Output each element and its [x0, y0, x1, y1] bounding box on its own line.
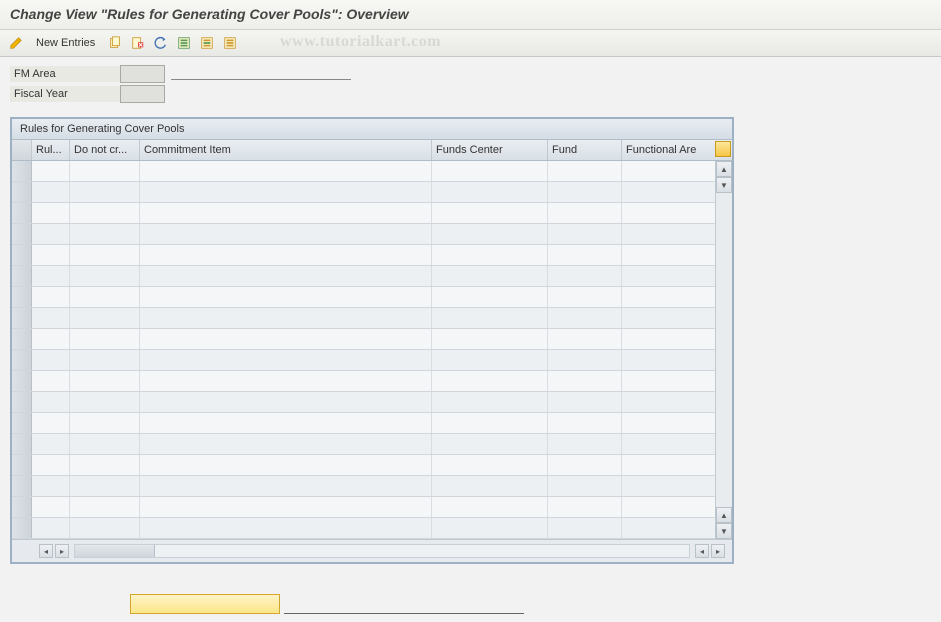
deselect-all-icon[interactable] — [220, 33, 240, 53]
row-selector[interactable] — [12, 518, 32, 538]
row-selector[interactable] — [12, 434, 32, 454]
scroll-page-up-icon[interactable]: ▼ — [716, 177, 732, 193]
table-row[interactable] — [12, 308, 715, 329]
table-row[interactable] — [12, 497, 715, 518]
horizontal-scrollbar: ◂ ▸ ◂ ▸ — [12, 539, 732, 562]
row-selector[interactable] — [12, 245, 32, 265]
row-selector[interactable] — [12, 329, 32, 349]
new-entries-button[interactable]: New Entries — [29, 34, 102, 52]
delete-icon[interactable] — [128, 33, 148, 53]
scroll-up-icon[interactable]: ▲ — [716, 161, 732, 177]
grid-body: ▲ ▼ ▲ ▼ — [12, 161, 732, 539]
table-row[interactable] — [12, 266, 715, 287]
fiscal-year-label: Fiscal Year — [10, 86, 120, 102]
table-row[interactable] — [12, 224, 715, 245]
vertical-scrollbar[interactable]: ▲ ▼ ▲ ▼ — [715, 161, 732, 539]
hscroll-track-left[interactable] — [74, 544, 690, 558]
table-row[interactable] — [12, 518, 715, 539]
row-selector-header — [12, 140, 32, 160]
toolbar: New Entries www.tutorialkart.com — [0, 30, 941, 57]
col-functional-area[interactable]: Functional Are — [622, 140, 714, 160]
col-commitment-item[interactable]: Commitment Item — [140, 140, 432, 160]
grid-title: Rules for Generating Cover Pools — [12, 119, 732, 140]
table-row[interactable] — [12, 392, 715, 413]
select-all-icon[interactable] — [174, 33, 194, 53]
configure-columns-icon[interactable] — [715, 141, 731, 157]
row-selector[interactable] — [12, 161, 32, 181]
table-row[interactable] — [12, 371, 715, 392]
undo-change-icon[interactable] — [151, 33, 171, 53]
fiscal-year-row: Fiscal Year — [10, 85, 931, 103]
position-input[interactable] — [130, 594, 280, 614]
scroll-left-icon[interactable]: ▸ — [55, 544, 69, 558]
table-row[interactable] — [12, 434, 715, 455]
grid-header: Rul... Do not cr... Commitment Item Fund… — [12, 140, 732, 161]
fiscal-year-input[interactable] — [120, 85, 165, 103]
position-field-row — [130, 594, 931, 614]
col-do-not-create[interactable]: Do not cr... — [70, 140, 140, 160]
content-area: FM Area Fiscal Year Rules for Generating… — [0, 57, 941, 622]
scroll-track[interactable] — [716, 193, 732, 507]
scroll-right-icon[interactable]: ◂ — [695, 544, 709, 558]
row-selector[interactable] — [12, 413, 32, 433]
grid-rows — [12, 161, 715, 539]
row-selector[interactable] — [12, 287, 32, 307]
row-selector[interactable] — [12, 266, 32, 286]
fm-area-input[interactable] — [120, 65, 165, 83]
table-row[interactable] — [12, 245, 715, 266]
fm-area-row: FM Area — [10, 65, 931, 83]
scroll-down-icon[interactable]: ▼ — [716, 523, 732, 539]
row-selector[interactable] — [12, 371, 32, 391]
table-row[interactable] — [12, 476, 715, 497]
scroll-last-icon[interactable]: ▸ — [711, 544, 725, 558]
row-selector[interactable] — [12, 224, 32, 244]
title-bar: Change View "Rules for Generating Cover … — [0, 0, 941, 30]
table-row[interactable] — [12, 329, 715, 350]
scroll-first-icon[interactable]: ◂ — [39, 544, 53, 558]
row-selector[interactable] — [12, 203, 32, 223]
table-row[interactable] — [12, 413, 715, 434]
copy-as-icon[interactable] — [105, 33, 125, 53]
fm-area-label: FM Area — [10, 66, 120, 82]
row-selector[interactable] — [12, 476, 32, 496]
select-block-icon[interactable] — [197, 33, 217, 53]
row-selector[interactable] — [12, 455, 32, 475]
row-selector[interactable] — [12, 392, 32, 412]
row-selector[interactable] — [12, 182, 32, 202]
table-row[interactable] — [12, 182, 715, 203]
position-description — [284, 600, 524, 614]
scroll-page-down-icon[interactable]: ▲ — [716, 507, 732, 523]
col-rule[interactable]: Rul... — [32, 140, 70, 160]
fm-area-description — [171, 68, 351, 80]
row-selector[interactable] — [12, 308, 32, 328]
table-row[interactable] — [12, 287, 715, 308]
row-selector[interactable] — [12, 497, 32, 517]
table-row[interactable] — [12, 161, 715, 182]
col-fund[interactable]: Fund — [548, 140, 622, 160]
col-funds-center[interactable]: Funds Center — [432, 140, 548, 160]
table-row[interactable] — [12, 350, 715, 371]
table-row[interactable] — [12, 203, 715, 224]
rules-grid: Rules for Generating Cover Pools Rul... … — [10, 117, 734, 564]
row-selector[interactable] — [12, 350, 32, 370]
page-title: Change View "Rules for Generating Cover … — [10, 6, 409, 22]
watermark: www.tutorialkart.com — [280, 33, 441, 51]
toggle-display-change-icon[interactable] — [6, 33, 26, 53]
table-row[interactable] — [12, 455, 715, 476]
